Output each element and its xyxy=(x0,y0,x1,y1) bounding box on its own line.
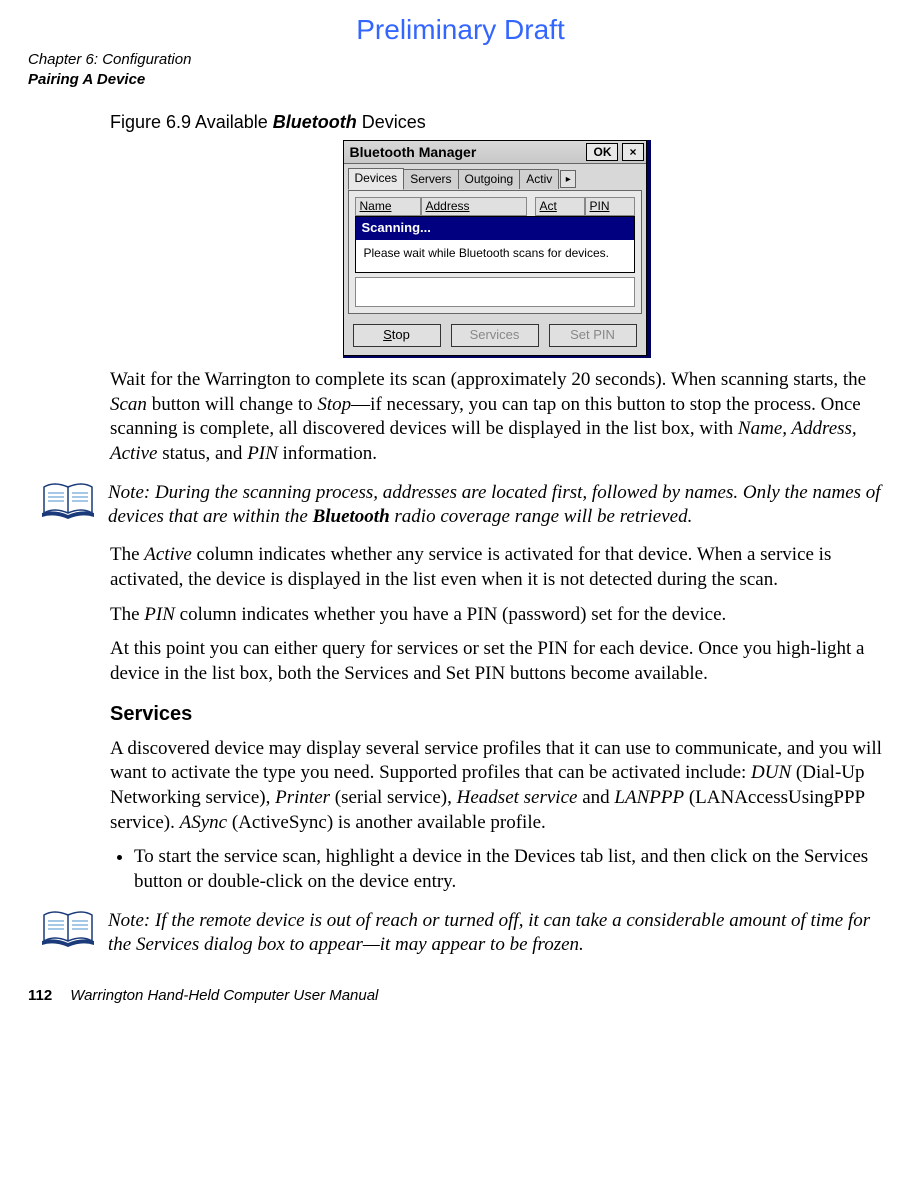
p3a: The xyxy=(110,604,144,625)
note1c: radio coverage range will be retrieved. xyxy=(390,506,693,527)
tab-devices[interactable]: Devices xyxy=(348,168,405,190)
book-icon xyxy=(40,907,96,949)
note-remote-device: Note: If the remote device is out of rea… xyxy=(40,907,883,958)
figure-caption-prefix: Figure 6.9 Available xyxy=(110,112,273,132)
p5k: (ActiveSync) is another available profil… xyxy=(227,812,546,833)
p5b: DUN xyxy=(751,762,791,783)
bullet-service-scan: To start the service scan, highlight a d… xyxy=(134,845,883,894)
figure-screenshot: Bluetooth Manager OK × Devices Servers O… xyxy=(110,140,883,358)
page-header: Chapter 6: Configuration Pairing A Devic… xyxy=(28,50,893,91)
p5g: and xyxy=(577,787,614,808)
p1b: Scan xyxy=(110,394,147,415)
p5h: LANPPP xyxy=(614,787,684,808)
paragraph-scan-description: Wait for the Warrington to complete its … xyxy=(110,368,883,467)
tab-servers[interactable]: Servers xyxy=(403,169,458,190)
bd: Services xyxy=(804,846,868,867)
p3b: PIN xyxy=(144,604,175,625)
be: button or double-click on the device ent… xyxy=(134,871,456,892)
tab-scroll-right[interactable]: ▸ xyxy=(560,170,576,188)
devices-list-area xyxy=(355,277,635,307)
paragraph-query-services: At this point you can either query for s… xyxy=(110,637,883,686)
close-button[interactable]: × xyxy=(622,143,643,161)
p5e: (serial service), xyxy=(330,787,457,808)
footer-title: Warrington Hand-Held Computer User Manua… xyxy=(70,987,378,1004)
chapter-line: Chapter 6: Configuration xyxy=(28,50,893,70)
bc: tab list, and then click on the xyxy=(575,846,803,867)
scanning-message: Please wait while Bluetooth scans for de… xyxy=(356,240,634,272)
p1i: information. xyxy=(278,443,377,464)
scanning-title: Scanning... xyxy=(356,217,634,240)
tab-active[interactable]: Activ xyxy=(519,169,559,190)
p5d: Printer xyxy=(275,787,330,808)
figure-caption-suffix: Devices xyxy=(357,112,426,132)
window-title: Bluetooth Manager xyxy=(350,143,583,161)
p2b: Active xyxy=(144,544,191,565)
note-scanning-process: Note: During the scanning process, addre… xyxy=(40,479,883,530)
note2-text: Note: If the remote device is out of rea… xyxy=(108,907,883,958)
p1a: Wait for the Warrington to complete its … xyxy=(110,369,866,390)
stop-button-post: op xyxy=(395,327,409,342)
paragraph-active-column: The Active column indicates whether any … xyxy=(110,543,883,592)
preliminary-draft-label: Preliminary Draft xyxy=(28,14,893,46)
tab-outgoing[interactable]: Outgoing xyxy=(458,169,521,190)
stop-button-pre: S xyxy=(383,327,392,342)
scanning-dialog: Scanning... Please wait while Bluetooth … xyxy=(355,216,635,272)
section-line: Pairing A Device xyxy=(28,70,893,90)
p1g: status, and xyxy=(157,443,247,464)
note1b: Bluetooth xyxy=(313,506,390,527)
col-act[interactable]: Act xyxy=(535,197,585,217)
services-heading: Services xyxy=(110,701,883,727)
figure-caption-bluetooth: Bluetooth xyxy=(273,112,357,132)
p2a: The xyxy=(110,544,144,565)
ok-button[interactable]: OK xyxy=(586,143,618,161)
bluetooth-manager-window: Bluetooth Manager OK × Devices Servers O… xyxy=(343,140,647,356)
ba: To start the service scan, highlight a d… xyxy=(134,846,514,867)
p2c: column indicates whether any service is … xyxy=(110,544,831,590)
p1d: Stop xyxy=(317,394,351,415)
page-number: 112 xyxy=(28,987,52,1004)
stop-button[interactable]: Stop xyxy=(353,324,441,347)
paragraph-service-profiles: A discovered device may display several … xyxy=(110,737,883,836)
col-pin[interactable]: PIN xyxy=(585,197,635,217)
set-pin-button[interactable]: Set PIN xyxy=(549,324,637,347)
services-button[interactable]: Services xyxy=(451,324,539,347)
devices-tab-pane: Name Address Act PIN Scanning... Please … xyxy=(348,190,642,314)
book-icon xyxy=(40,479,96,521)
p5j: ASync xyxy=(180,812,227,833)
col-address[interactable]: Address xyxy=(421,197,527,217)
page-footer: 112 Warrington Hand-Held Computer User Ma… xyxy=(28,987,893,1004)
bb: Devices xyxy=(514,846,575,867)
p1c: button will change to xyxy=(147,394,317,415)
p3c: column indicates whether you have a PIN … xyxy=(175,604,726,625)
p5f: Headset service xyxy=(457,787,578,808)
p1h: PIN xyxy=(247,443,278,464)
paragraph-pin-column: The PIN column indicates whether you hav… xyxy=(110,603,883,628)
col-name[interactable]: Name xyxy=(355,197,421,217)
service-scan-bullet-list: To start the service scan, highlight a d… xyxy=(110,845,883,894)
figure-caption: Figure 6.9 Available Bluetooth Devices xyxy=(110,111,883,134)
